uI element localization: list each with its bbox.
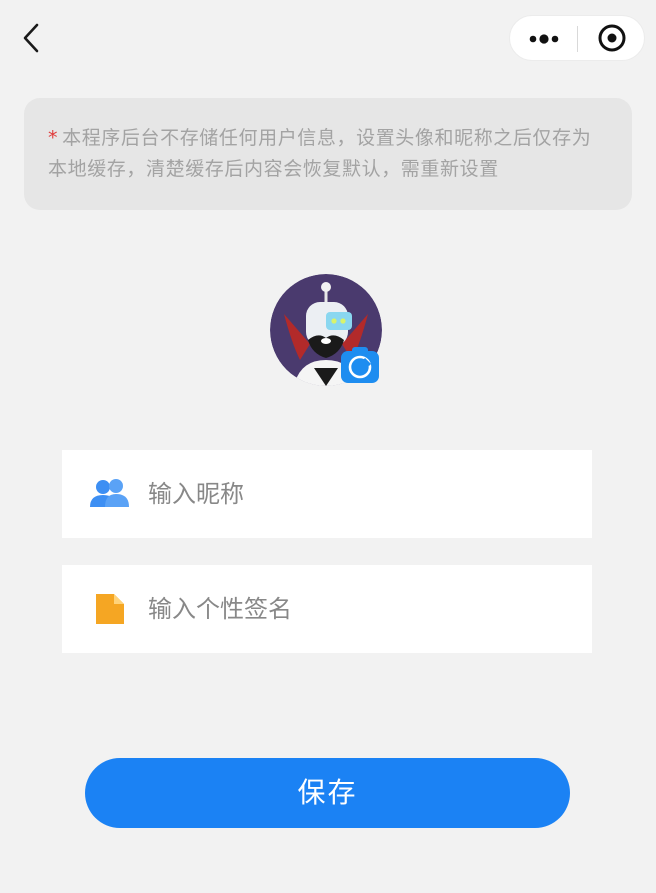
privacy-notice: * 本程序后台不存储任何用户信息，设置头像和昵称之后仅存为本地缓存，清楚缓存后内容…: [24, 98, 632, 210]
avatar-picker[interactable]: [270, 274, 386, 390]
more-dots-icon: [529, 34, 559, 44]
signature-field: [62, 565, 592, 653]
users-icon: [90, 477, 130, 511]
target-circle-icon: [598, 24, 626, 52]
chevron-left-icon: [23, 23, 39, 53]
camera-badge: [340, 346, 380, 384]
privacy-notice-text: 本程序后台不存储任何用户信息，设置头像和昵称之后仅存为本地缓存，清楚缓存后内容会…: [48, 127, 592, 180]
more-button[interactable]: [510, 16, 578, 60]
nickname-field: [62, 450, 592, 538]
required-star: *: [48, 127, 59, 149]
back-button[interactable]: [14, 20, 50, 56]
save-button[interactable]: 保存: [85, 758, 570, 828]
camera-icon: [341, 347, 379, 383]
close-mini-program-button[interactable]: [578, 16, 644, 60]
document-icon: [90, 592, 130, 626]
signature-input[interactable]: [148, 587, 568, 631]
nickname-input[interactable]: [148, 472, 568, 516]
mini-program-capsule: [509, 15, 645, 61]
